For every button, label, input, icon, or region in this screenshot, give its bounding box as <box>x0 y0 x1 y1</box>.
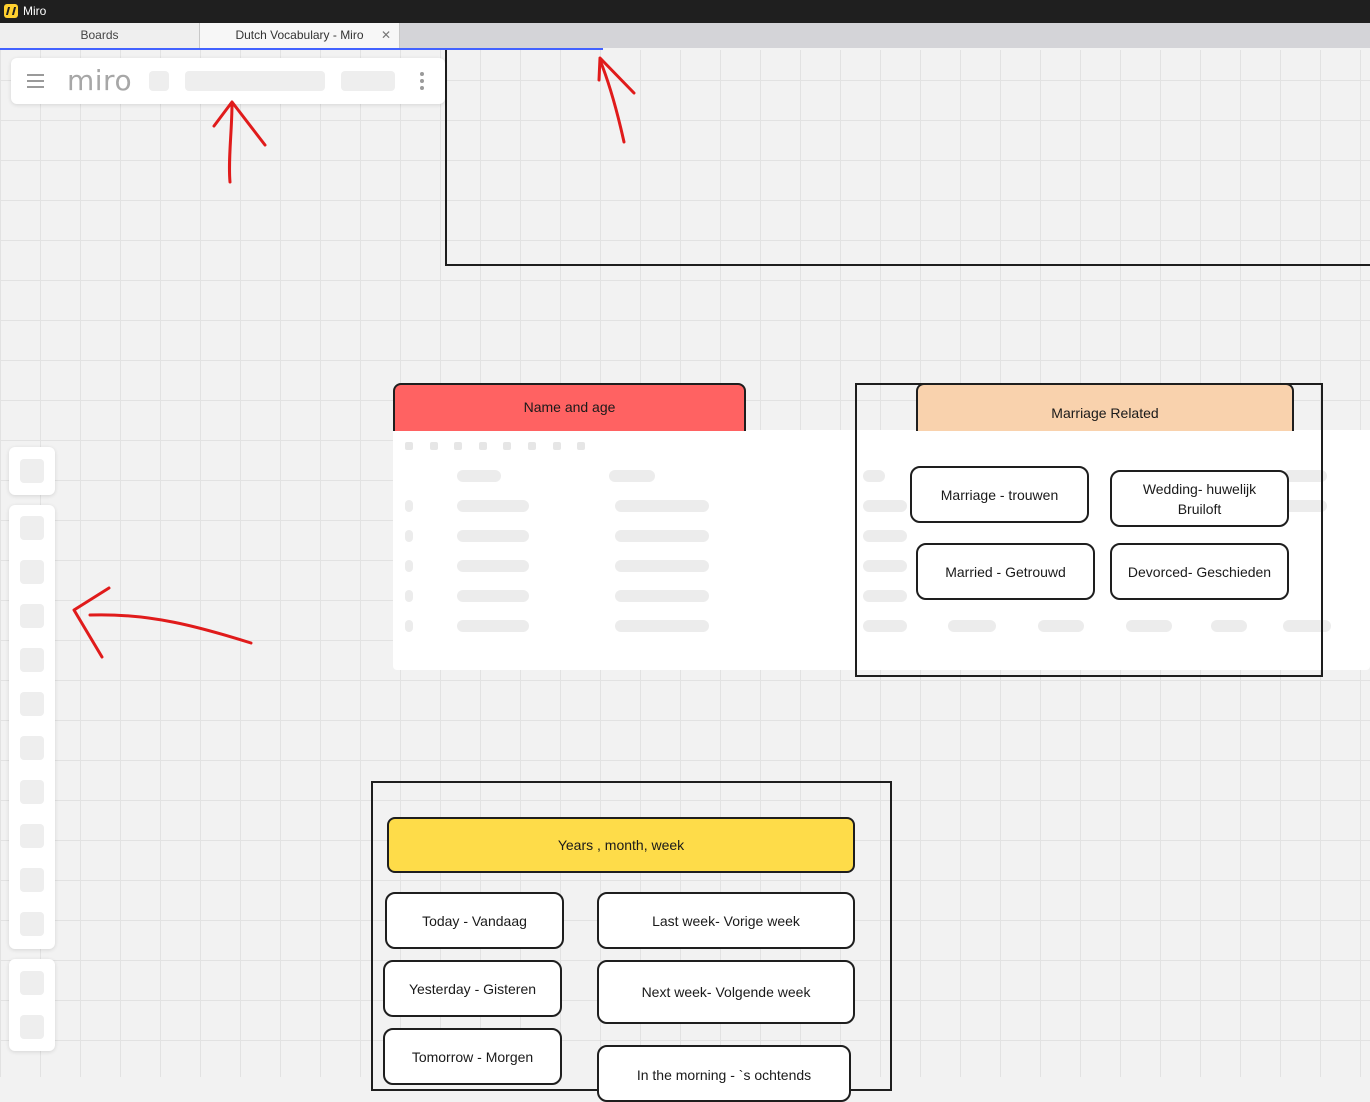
arrow-sidebar-head <box>72 586 111 659</box>
arrow-sidebar <box>88 613 253 645</box>
annotation-arrows <box>72 56 636 659</box>
arrow-toolbar-head <box>212 100 267 147</box>
arrow-toolbar <box>227 102 234 184</box>
